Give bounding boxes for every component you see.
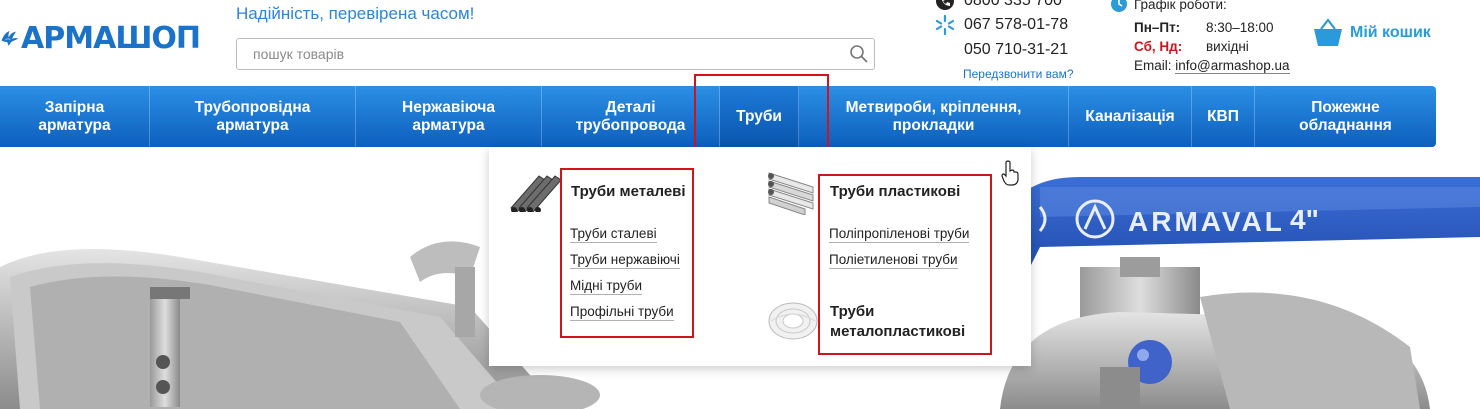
- phone-row-vodafone: 0800 335 700: [934, 0, 1062, 12]
- nav-item-nerzhaviiucha-armatura[interactable]: Нержавіюча арматура: [356, 86, 542, 147]
- nav-item-label: Каналізація: [1085, 107, 1175, 125]
- sublink-profilni-truby[interactable]: Профільні труби: [570, 303, 674, 321]
- schedule-email: Email: info@armashop.ua: [1134, 58, 1290, 74]
- main-nav: Запірна арматура Трубопровідна арматура …: [0, 86, 1436, 147]
- basket-icon: [1314, 18, 1342, 46]
- site-logo[interactable]: АРМАШОП: [0, 10, 201, 66]
- nav-item-label: Деталі трубопровода: [575, 98, 686, 134]
- schedule-weekend: Сб, Нд: вихідні: [1134, 39, 1249, 54]
- logo-text: АРМАШОП: [21, 20, 201, 56]
- search-box: [236, 38, 875, 70]
- phone-block: 0800 335 700 067 578-01-78 050 710-31-21…: [934, 0, 1094, 86]
- eagle-logo-icon: [1, 30, 19, 46]
- nav-item-label: КВП: [1207, 107, 1239, 125]
- nav-item-kvp[interactable]: КВП: [1192, 86, 1255, 147]
- hand-cursor-icon: [1001, 160, 1019, 186]
- nav-item-zapirna-armatura[interactable]: Запірна арматура: [0, 86, 150, 147]
- weekday-hours: 8:30–18:00: [1206, 20, 1274, 35]
- nav-item-detali-truboprovoda[interactable]: Деталі трубопровода: [542, 86, 720, 147]
- nav-item-truboprovidna-armatura[interactable]: Трубопровідна арматура: [150, 86, 356, 147]
- nav-item-truby[interactable]: Труби: [720, 86, 799, 147]
- hero-size-text: 4": [1290, 204, 1319, 235]
- callback-link[interactable]: Передзвонити вам?: [963, 67, 1074, 81]
- phone-number[interactable]: 050 710-31-21: [964, 41, 1068, 59]
- nav-item-label: Нержавіюча арматура: [402, 98, 495, 134]
- search-icon[interactable]: [844, 39, 874, 69]
- schedule-title: Графік роботи:: [1110, 0, 1227, 13]
- sublink-midni-truby[interactable]: Мідні труби: [570, 277, 643, 295]
- phone-icon: [934, 0, 956, 12]
- hero-brand-text: ARMAVAL: [1128, 206, 1285, 237]
- phone-row-lifecell: 050 710-31-21: [964, 41, 1068, 59]
- nav-item-label: Труби: [736, 107, 782, 125]
- category-title-metalplastic[interactable]: Труби металопластикові: [830, 302, 980, 342]
- cart-button[interactable]: Мій кошик: [1312, 18, 1431, 48]
- schedule-title-text: Графік роботи:: [1134, 0, 1227, 12]
- nav-item-metvyroby[interactable]: Метвироби, кріплення, прокладки: [799, 86, 1069, 147]
- phone-number[interactable]: 067 578-01-78: [964, 16, 1068, 34]
- metalplastic-coil-image: [768, 302, 818, 340]
- sublink-polipropilenovi-truby[interactable]: Поліпропіленові труби: [829, 225, 970, 243]
- schedule-weekdays: Пн–Пт: 8:30–18:00: [1134, 20, 1274, 35]
- weekday-label: Пн–Пт:: [1134, 20, 1181, 35]
- nav-item-label: Метвироби, кріплення, прокладки: [845, 98, 1022, 134]
- nav-item-pozhezhne-obladnannia[interactable]: Пожежне обладнання: [1255, 86, 1436, 147]
- nav-item-label: Пожежне обладнання: [1299, 98, 1392, 134]
- search-input[interactable]: [237, 40, 844, 68]
- weekend-label: Сб, Нд:: [1134, 39, 1183, 54]
- phone-row-kyivstar: 067 578-01-78: [934, 14, 1068, 36]
- truby-dropdown-menu: Труби металеві Труби сталеві Труби нержа…: [489, 147, 1031, 366]
- plastic-pipes-image: [768, 172, 814, 215]
- email-link[interactable]: info@armashop.ua: [1175, 58, 1290, 74]
- work-schedule: Графік роботи: Пн–Пт: 8:30–18:00 Сб, Нд: в…: [1110, 0, 1310, 86]
- page: ARMAVAL 4" АРМАШОП Надійність, перевірен…: [0, 0, 1480, 409]
- kyivstar-star-icon: [934, 14, 956, 36]
- phone-number[interactable]: 0800 335 700: [964, 0, 1062, 10]
- sublink-truby-stalevi[interactable]: Труби сталеві: [570, 225, 657, 243]
- metal-pipes-image: [510, 175, 561, 212]
- email-label: Email:: [1134, 58, 1172, 73]
- nav-item-label: Трубопровідна арматура: [194, 98, 311, 134]
- weekend-hours: вихідні: [1206, 39, 1249, 54]
- cart-label: Мій кошик: [1350, 24, 1431, 41]
- nav-item-label: Запірна арматура: [38, 98, 111, 134]
- sublink-truby-nerzhaviiuchi[interactable]: Труби нержавіючі: [570, 251, 680, 269]
- category-title-plastic[interactable]: Труби пластикові: [830, 182, 960, 202]
- nav-item-kanalizatsiia[interactable]: Каналізація: [1069, 86, 1192, 147]
- tagline: Надійність, перевірена часом!: [236, 4, 475, 23]
- clock-icon: [1111, 0, 1127, 12]
- sublink-polietylenovi-truby[interactable]: Поліетиленові труби: [829, 251, 958, 269]
- category-title-metal[interactable]: Труби металеві: [571, 182, 686, 202]
